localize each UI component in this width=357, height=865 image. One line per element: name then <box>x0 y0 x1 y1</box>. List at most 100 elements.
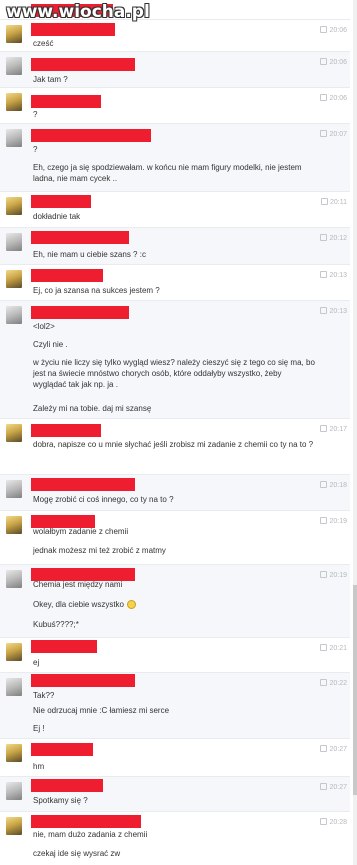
timestamp: 20:27 <box>320 783 347 791</box>
device-icon <box>320 94 328 101</box>
message-row: 20:11 dokładnie tak <box>0 192 350 228</box>
message-row: 20:13 Ej, co ja szansa na sukces jestem … <box>0 265 350 301</box>
timestamp: 20:19 <box>320 517 347 525</box>
device-icon <box>320 783 328 790</box>
redacted-name <box>31 231 129 244</box>
scrollbar-thumb[interactable] <box>353 585 357 795</box>
message-text: ? <box>33 110 38 119</box>
avatar <box>6 25 22 43</box>
redacted-name <box>31 743 93 756</box>
avatar <box>6 516 22 534</box>
avatar <box>6 197 22 215</box>
message-row: 20:22 Tak?? Nie odrzucaj mnie :C łamiesz… <box>0 673 350 739</box>
timestamp: 20:06 <box>320 26 347 34</box>
timestamp: 20:11 <box>321 198 347 206</box>
redacted-name <box>31 478 135 491</box>
redacted-name <box>31 779 103 792</box>
message-row: 20:19 wolałbym zadanie z chemii jednak m… <box>0 511 350 565</box>
message-text: jednak możesz mi też zrobić z matmy <box>33 546 166 555</box>
smiley-icon <box>127 600 136 609</box>
message-text: dokładnie tak <box>33 212 81 221</box>
device-icon <box>320 517 328 524</box>
timestamp: 20:27 <box>320 745 347 753</box>
message-text: cześć <box>33 39 54 48</box>
device-icon <box>320 481 328 488</box>
message-text: Tak?? <box>33 691 55 700</box>
avatar <box>6 129 22 147</box>
device-icon <box>320 679 328 686</box>
timestamp: 20:22 <box>320 679 347 687</box>
message-text: Kubuś????;* <box>33 620 79 629</box>
timestamp: 20:13 <box>320 307 347 315</box>
message-row: 20:06 cześć <box>0 20 350 52</box>
redacted-name <box>31 95 101 108</box>
redacted-name <box>31 815 141 828</box>
timestamp: 20:17 <box>320 425 347 433</box>
redacted-name <box>31 58 135 71</box>
message-text: Czyli nie . <box>33 340 68 349</box>
device-icon <box>320 307 328 314</box>
avatar <box>6 480 22 498</box>
message-text: ej <box>33 658 40 667</box>
avatar <box>6 270 22 288</box>
avatar <box>6 744 22 762</box>
message-row: 20:19 Chemia jest między nami Okey, dla … <box>0 565 350 638</box>
watermark-logo: www.wiocha.pl <box>6 2 150 22</box>
message-text: nie, mam dużo zadania z chemii <box>33 830 148 839</box>
redacted-name <box>31 424 101 437</box>
message-text: wolałbym zadanie z chemii <box>33 527 129 536</box>
redacted-name <box>31 195 91 208</box>
message-row: 20:13 <lol2> Czyli nie . w życiu nie lic… <box>0 301 350 419</box>
message-row: 20:27 hm <box>0 739 350 777</box>
avatar <box>6 57 22 75</box>
avatar <box>6 678 22 696</box>
redacted-name <box>31 640 97 653</box>
device-icon <box>320 571 328 578</box>
message-row: 20:28 nie, mam dużo zadania z chemii cze… <box>0 812 350 865</box>
redacted-name <box>31 23 115 36</box>
timestamp: 20:06 <box>320 58 347 66</box>
avatar <box>6 233 22 251</box>
message-text: Ej ! <box>33 724 45 733</box>
device-icon <box>321 198 328 205</box>
message-text: Mogę zrobić ci coś innego, co ty na to ? <box>33 495 174 504</box>
timestamp: 20:19 <box>320 571 347 579</box>
device-icon <box>320 234 328 241</box>
message-text: Eh, czego ja się spodziewałam. w końcu n… <box>33 163 302 183</box>
avatar <box>6 643 22 661</box>
device-icon <box>320 425 328 432</box>
device-icon <box>320 644 328 651</box>
message-row: 20:17 dobra, napisze co u mnie słychać j… <box>0 419 350 475</box>
message-text: Eh, nie mam u ciebie szans ? :c <box>33 250 146 259</box>
device-icon <box>320 271 328 278</box>
message-text: hm <box>33 762 45 771</box>
avatar <box>6 782 22 800</box>
message-row: 20:27 Spotkamy się ? <box>0 777 350 812</box>
message-row: 20:18 Mogę zrobić ci coś innego, co ty n… <box>0 475 350 511</box>
avatar <box>6 570 22 588</box>
device-icon <box>320 58 328 65</box>
redacted-name <box>31 674 135 687</box>
message-text: czekaj ide się wysrać zw <box>33 849 121 858</box>
message-row: 20:21 ej <box>0 638 350 673</box>
timestamp: 20:18 <box>320 481 347 489</box>
timestamp: 20:13 <box>320 271 347 279</box>
device-icon <box>320 745 328 752</box>
timestamp: 20:07 <box>320 130 347 138</box>
redacted-name <box>31 129 151 142</box>
message-text: dobra, napisze co u mnie słychać jeśli z… <box>33 440 314 449</box>
timestamp: 20:06 <box>320 94 347 102</box>
message-text: w życiu nie liczy się tylko wygląd wiesz… <box>33 358 315 389</box>
redacted-name <box>31 306 129 319</box>
message-row: 20:06 Jak tam ? <box>0 52 350 88</box>
message-text: Ej, co ja szansa na sukces jestem ? <box>33 286 160 295</box>
avatar <box>6 93 22 111</box>
message-text: <lol2> <box>33 322 55 331</box>
timestamp: 20:21 <box>320 644 347 652</box>
message-text: ? <box>33 145 38 154</box>
avatar <box>6 424 22 442</box>
device-icon <box>320 818 328 825</box>
timestamp: 20:28 <box>320 818 347 826</box>
scrollbar[interactable] <box>353 0 357 865</box>
message-row: 20:12 Eh, nie mam u ciebie szans ? :c <box>0 228 350 265</box>
